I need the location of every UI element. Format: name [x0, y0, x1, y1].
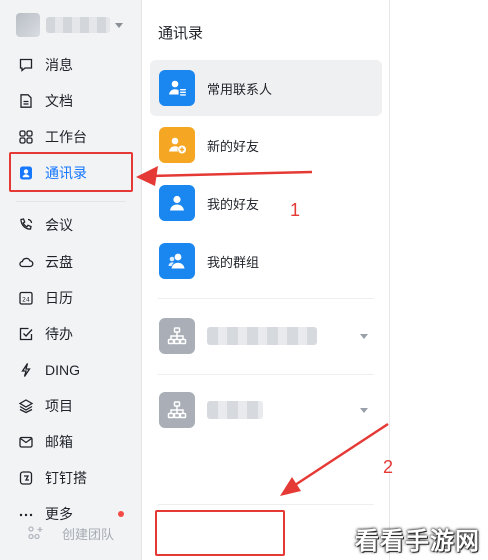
section-divider — [158, 374, 374, 375]
calendar-day-label: 24 — [22, 297, 30, 304]
contacts-pane: 通讯录 常用联系人 新的好友 我的好友 我的群组 — [142, 0, 390, 560]
chat-bubble-icon — [18, 57, 34, 73]
watermark-text: 看看手游网 — [355, 528, 480, 555]
sidebar-item-docs[interactable]: 文档 — [18, 90, 73, 112]
contact-row-frequent[interactable]: 常用联系人 — [150, 60, 382, 116]
frequent-contacts-icon — [159, 70, 195, 106]
sidebar-item-mail[interactable]: 邮箱 — [18, 431, 73, 453]
mail-icon — [18, 434, 34, 450]
calendar-icon: 24 — [18, 290, 34, 306]
sidebar-item-ding[interactable]: DING — [18, 359, 80, 381]
sidebar-item-label: 项目 — [45, 398, 73, 414]
contact-row-label: 新的好友 — [207, 138, 260, 154]
document-icon — [18, 93, 34, 109]
sidebar-item-label: 会议 — [45, 217, 73, 233]
team-name-blurred — [207, 327, 317, 345]
org-chart-icon — [159, 318, 195, 354]
create-team-button[interactable]: 创建团队 — [16, 512, 142, 554]
sidebar-item-todo[interactable]: 待办 — [18, 323, 73, 345]
grid-icon — [18, 129, 34, 145]
sidebar-item-label: 云盘 — [45, 254, 73, 270]
sidebar-item-label: 工作台 — [45, 129, 87, 145]
sidebar-item-label: 邮箱 — [45, 434, 73, 450]
contact-row-label: 我的群组 — [207, 254, 260, 270]
contact-row-new-friends[interactable]: 新的好友 — [150, 117, 382, 173]
sidebar-item-meeting[interactable]: 会议 — [18, 214, 73, 236]
avatar — [16, 13, 40, 37]
sidebar-item-label: DING — [45, 362, 80, 378]
create-team-icon — [28, 526, 43, 540]
detail-pane — [391, 0, 488, 560]
sidebar-item-label: 消息 — [45, 57, 73, 73]
sidebar-item-drive[interactable]: 云盘 — [18, 251, 73, 273]
contact-row-my-groups[interactable]: 我的群组 — [150, 233, 382, 289]
annotation-number-1: 1 — [290, 200, 301, 220]
sidebar-item-workbench[interactable]: 工作台 — [18, 126, 87, 148]
sidebar-item-calendar[interactable]: 24 日历 — [18, 287, 73, 309]
org-chart-icon — [159, 392, 195, 428]
sidebar-divider — [16, 201, 126, 202]
friend-icon — [159, 185, 195, 221]
group-icon — [159, 243, 195, 279]
sidebar-item-label: 文档 — [45, 93, 73, 109]
team-name-blurred — [207, 401, 263, 419]
layers-icon — [18, 398, 34, 414]
app-builder-icon — [18, 470, 34, 486]
contact-row-label: 我的好友 — [207, 196, 260, 212]
team-row-2[interactable] — [150, 382, 382, 438]
sidebar-item-label: 钉钉搭 — [45, 470, 87, 486]
account-name-blurred — [46, 17, 110, 33]
account-switcher[interactable] — [16, 12, 123, 38]
chevron-down-icon — [115, 22, 123, 28]
chevron-down-icon — [360, 408, 368, 413]
sidebar-item-messages[interactable]: 消息 — [18, 54, 73, 76]
create-team-label: 创建团队 — [62, 526, 115, 542]
checkbox-icon — [18, 326, 34, 342]
lightning-icon — [18, 362, 34, 378]
section-divider — [158, 504, 374, 505]
highlight-box-create-team — [155, 510, 285, 556]
highlight-box-contacts — [9, 152, 133, 192]
sidebar-item-label: 日历 — [45, 290, 73, 306]
sidebar-item-label: 待办 — [45, 326, 73, 342]
section-divider — [158, 298, 374, 299]
cloud-icon — [18, 254, 34, 270]
page-title: 通讯录 — [158, 25, 204, 42]
chevron-down-icon — [360, 334, 368, 339]
phone-icon — [18, 217, 34, 233]
contact-row-my-friends[interactable]: 我的好友 — [150, 175, 382, 231]
sidebar-item-app-builder[interactable]: 钉钉搭 — [18, 467, 87, 489]
add-friend-icon — [159, 127, 195, 163]
team-row-1[interactable] — [150, 308, 382, 364]
annotation-number-2: 2 — [383, 457, 394, 477]
sidebar: 消息 文档 工作台 通讯录 会议 云盘 24 日历 待办 DING 项目 邮箱 … — [0, 0, 142, 560]
contact-row-label: 常用联系人 — [207, 81, 273, 97]
sidebar-item-projects[interactable]: 项目 — [18, 395, 73, 417]
